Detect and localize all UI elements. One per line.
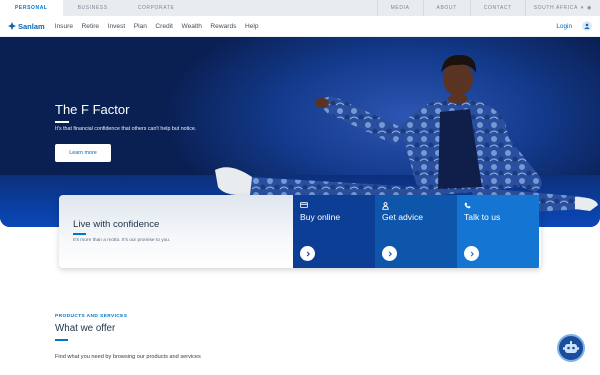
action-cards: Live with confidence It's more than a mo…: [59, 195, 541, 268]
about-link[interactable]: ABOUT: [422, 0, 470, 16]
confidence-divider: [73, 233, 86, 235]
region-selector[interactable]: SOUTH AFRICA ▾ ◉: [524, 0, 600, 16]
utility-links: MEDIA ABOUT CONTACT SOUTH AFRICA ▾ ◉: [376, 0, 600, 16]
nav-help[interactable]: Help: [245, 23, 259, 30]
robot-icon: [563, 341, 579, 353]
card-icon: [300, 202, 308, 208]
confidence-title: Live with confidence: [73, 219, 160, 230]
get-advice-card[interactable]: Get advice: [375, 195, 457, 268]
main-navbar: Sanlam Insure Retire Invest Plan Credit …: [0, 16, 600, 37]
talk-to-us-card[interactable]: Talk to us: [457, 195, 539, 268]
media-link[interactable]: MEDIA: [376, 0, 423, 16]
confidence-card: Live with confidence It's more than a mo…: [59, 195, 293, 268]
segment-personal[interactable]: PERSONAL: [0, 0, 63, 16]
section-eyebrow: PRODUCTS AND SERVICES: [55, 314, 128, 319]
login-link[interactable]: Login: [556, 23, 572, 30]
chevron-right-icon: [470, 251, 474, 256]
section-title: What we offer: [55, 323, 116, 334]
nav-plan[interactable]: Plan: [134, 23, 147, 30]
phone-icon: [464, 202, 471, 209]
buy-online-arrow-button[interactable]: [300, 246, 315, 261]
chevron-down-icon: ▾: [580, 5, 585, 11]
nav-invest[interactable]: Invest: [108, 23, 126, 30]
logo-text: Sanlam: [18, 21, 45, 31]
user-icon: [584, 23, 590, 29]
top-utility-bar: PERSONAL BUSINESS CORPORATE MEDIA ABOUT …: [0, 0, 600, 16]
contact-link[interactable]: CONTACT: [469, 0, 525, 16]
hero-divider: [55, 121, 69, 123]
segment-business[interactable]: BUSINESS: [63, 0, 123, 16]
buy-online-label: Buy online: [300, 212, 341, 222]
nav-retire[interactable]: Retire: [82, 23, 100, 30]
buy-online-card[interactable]: Buy online: [293, 195, 375, 268]
hero-title: The F Factor: [55, 102, 130, 117]
nav-insure[interactable]: Insure: [55, 23, 73, 30]
globe-icon: ◉: [587, 5, 592, 11]
nav-rewards[interactable]: Rewards: [210, 23, 236, 30]
chatbot-button[interactable]: [557, 334, 585, 362]
nav-wealth[interactable]: Wealth: [182, 23, 202, 30]
talk-to-us-arrow-button[interactable]: [464, 246, 479, 261]
section-description: Find what you need by browsing our produ…: [55, 354, 201, 360]
sanlam-logo-icon: [8, 22, 16, 30]
nav-right: Login: [556, 21, 592, 31]
confidence-subtitle: It's more than a motto. It's our promise…: [73, 238, 171, 243]
nav-credit[interactable]: Credit: [155, 23, 173, 30]
sanlam-logo[interactable]: Sanlam: [8, 22, 45, 31]
segment-corporate[interactable]: CORPORATE: [123, 0, 190, 16]
section-divider: [55, 339, 68, 341]
chevron-right-icon: [388, 251, 392, 256]
talk-to-us-label: Talk to us: [464, 212, 501, 222]
segment-tabs: PERSONAL BUSINESS CORPORATE: [0, 0, 189, 16]
get-advice-arrow-button[interactable]: [382, 246, 397, 261]
region-label: SOUTH AFRICA: [533, 5, 578, 11]
learn-more-button[interactable]: Learn more: [55, 144, 111, 162]
hero-subtitle: It's that financial confidence that othe…: [55, 126, 197, 132]
nav-links: Insure Retire Invest Plan Credit Wealth …: [55, 23, 259, 30]
get-advice-label: Get advice: [382, 212, 424, 222]
user-account-button[interactable]: [582, 21, 592, 31]
person-icon: [382, 202, 389, 210]
chevron-right-icon: [306, 251, 310, 256]
